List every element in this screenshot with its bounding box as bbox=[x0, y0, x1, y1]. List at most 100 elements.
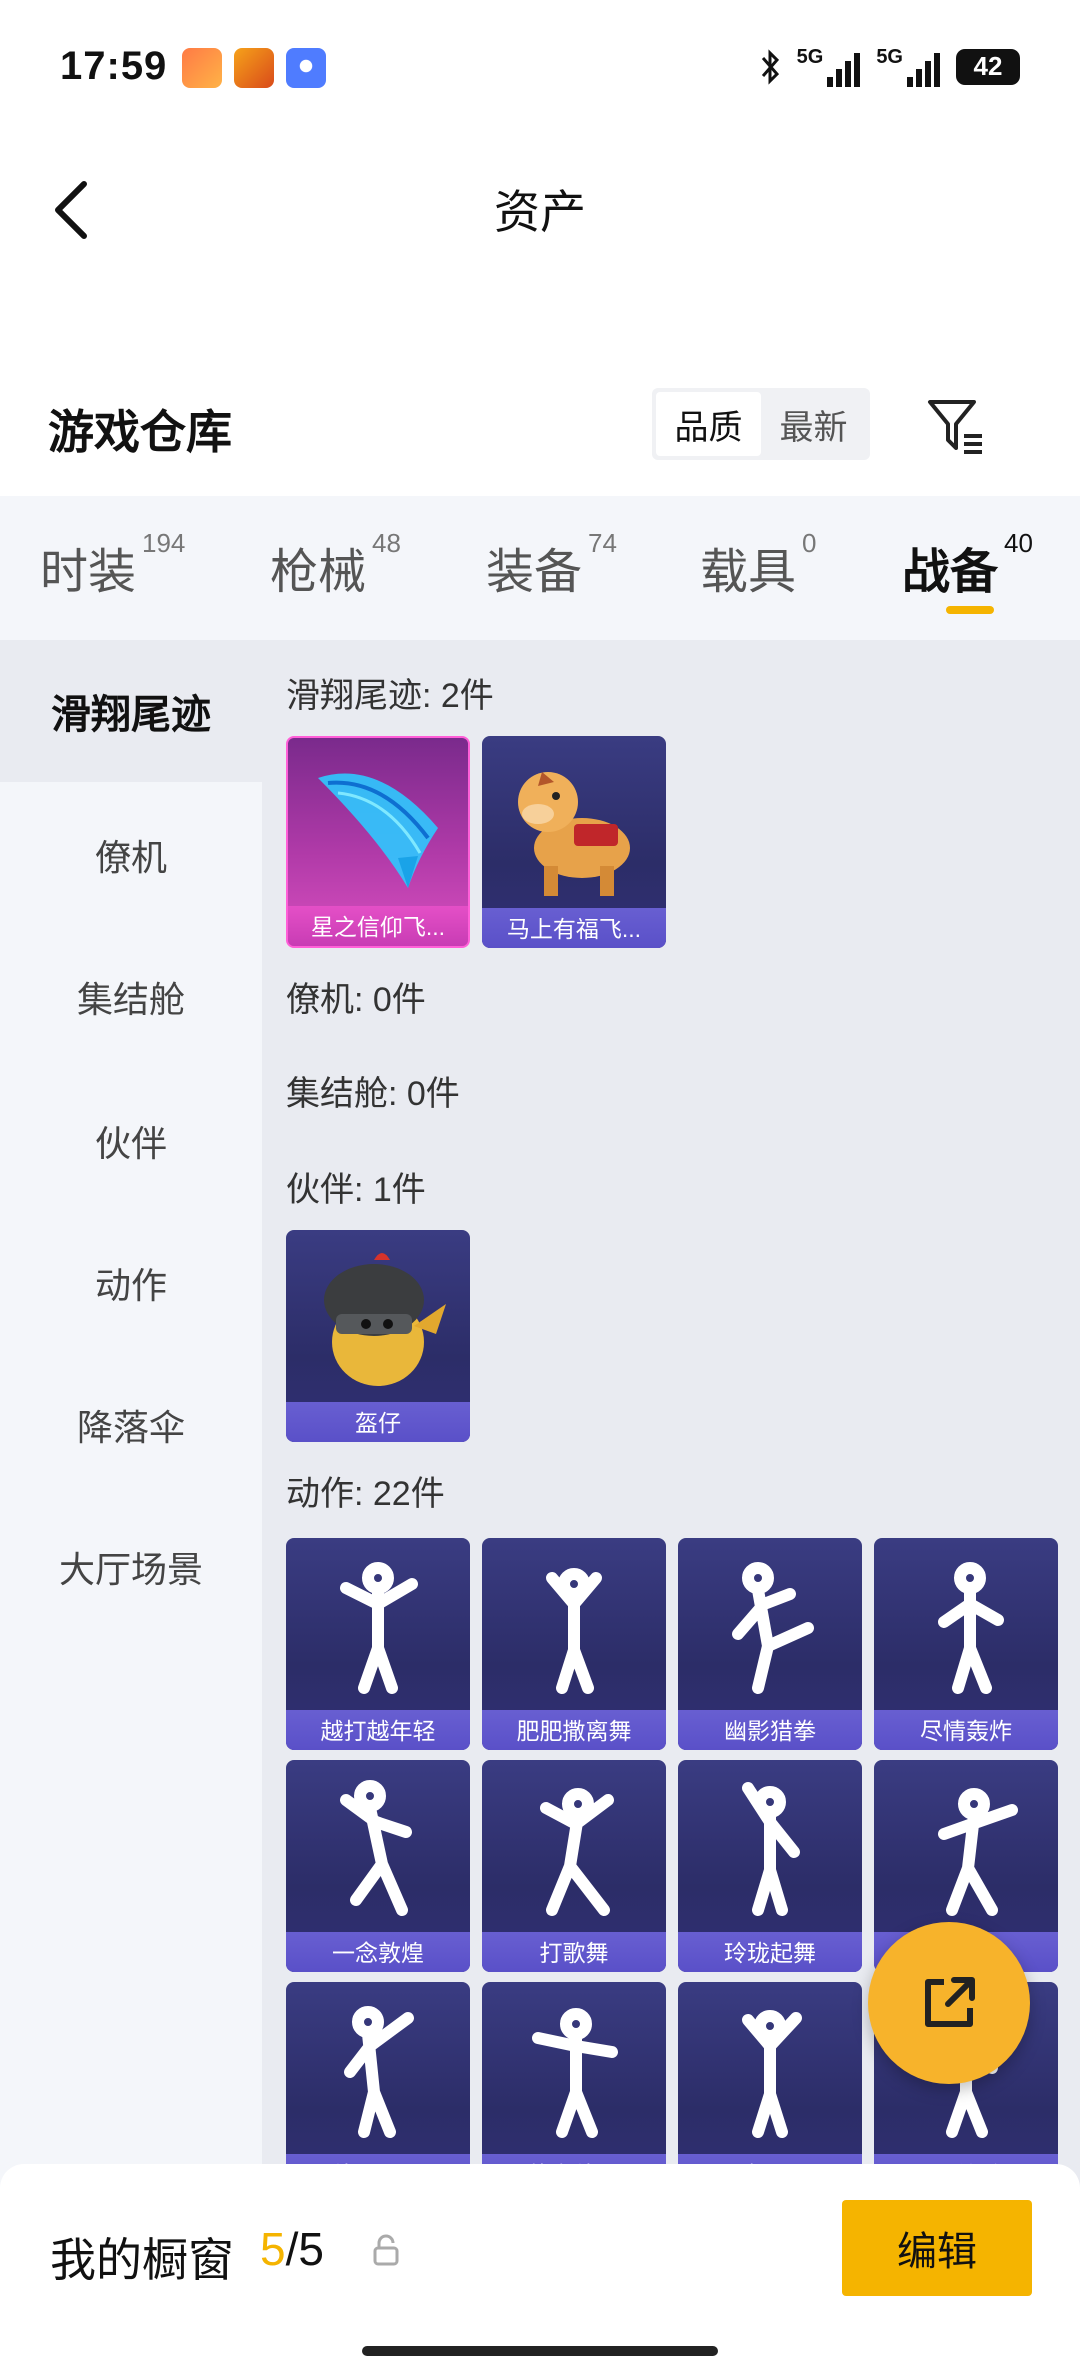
emote-card[interactable]: 一念敦煌 bbox=[286, 1760, 470, 1972]
dancer-silhouette-icon bbox=[732, 1562, 814, 1694]
emote-card[interactable]: 热潮律动 bbox=[482, 1982, 666, 2194]
dancer-silhouette-icon bbox=[532, 2008, 618, 2138]
tab-vehicles[interactable]: 载具 0 bbox=[700, 528, 816, 602]
assistant-app-notification-icon bbox=[286, 48, 326, 88]
sidebar-item-assembly-pod[interactable]: 集结舱 bbox=[0, 926, 262, 1068]
dancer-silhouette-icon bbox=[742, 1782, 800, 1916]
emote-card[interactable]: 越打越年轻 bbox=[286, 1538, 470, 1750]
warehouse-title: 游戏仓库 bbox=[48, 406, 232, 458]
share-out-icon bbox=[925, 1977, 975, 2027]
tab-count: 0 bbox=[802, 528, 817, 558]
signal-bars-icon-2 bbox=[907, 51, 940, 87]
showcase-label: 我的橱窗 bbox=[50, 2234, 234, 2286]
share-button[interactable] bbox=[868, 1922, 1030, 2084]
sidebar-item-emote[interactable]: 动作 bbox=[0, 1212, 262, 1354]
section-title-glide-trail: 滑翔尾迹: 2件 bbox=[286, 677, 494, 715]
network-5g-label-2: 5G bbox=[876, 46, 903, 68]
network-5g-label: 5G bbox=[796, 46, 824, 68]
dancer-silhouette-icon bbox=[340, 1562, 418, 1694]
tab-count: 74 bbox=[588, 528, 617, 558]
showcase-separator: / bbox=[285, 2223, 299, 2275]
home-indicator bbox=[362, 2346, 718, 2356]
system-icons: 5G 5G 42 bbox=[759, 46, 1020, 87]
emote-name: 一念敦煌 bbox=[332, 1940, 424, 1966]
tab-fashion[interactable]: 时装 194 bbox=[40, 528, 185, 602]
sidebar: 滑翔尾迹 僚机 集结舱 伙伴 动作 降落伞 大厅场景 bbox=[0, 640, 262, 2280]
tab-count: 194 bbox=[142, 528, 186, 558]
tab-label: 装备 bbox=[486, 546, 583, 599]
sidebar-item-parachute[interactable]: 降落伞 bbox=[0, 1354, 262, 1496]
item-card[interactable]: 盔仔 bbox=[286, 1230, 470, 1442]
category-tabs: 时装 194 枪械 48 装备 74 载具 0 战备 40 bbox=[0, 496, 1080, 640]
sort-quality-option[interactable]: 品质 bbox=[656, 392, 761, 456]
filter-icon[interactable] bbox=[924, 394, 988, 458]
sidebar-item-glide-trail[interactable]: 滑翔尾迹 bbox=[0, 640, 262, 782]
tab-battle-prep[interactable]: 战备 40 bbox=[902, 528, 1033, 602]
dancer-silhouette-icon bbox=[340, 1780, 412, 1916]
tab-label: 枪械 bbox=[270, 546, 367, 599]
sidebar-item-lobby-scene[interactable]: 大厅场景 bbox=[0, 1496, 262, 1638]
item-card[interactable]: 马上有福飞... bbox=[482, 736, 666, 948]
signal-bars-icon bbox=[827, 51, 861, 87]
game-app-notification-icon bbox=[182, 48, 222, 88]
dancer-silhouette-icon bbox=[742, 2010, 802, 2138]
item-card[interactable]: 星之信仰飞... bbox=[286, 736, 470, 948]
helmet-chick-icon bbox=[324, 1253, 446, 1386]
section-title-wingman: 僚机: 0件 bbox=[286, 981, 426, 1019]
feather-wing-icon bbox=[318, 773, 438, 888]
tab-count: 40 bbox=[1004, 528, 1033, 558]
sort-newest-option[interactable]: 最新 bbox=[761, 392, 866, 456]
section-title-emote: 动作: 22件 bbox=[286, 1475, 445, 1513]
page-title: 资产 bbox=[494, 186, 586, 238]
notification-icons bbox=[182, 48, 326, 88]
edit-button[interactable]: 编辑 bbox=[842, 2200, 1032, 2296]
warehouse-header: 游戏仓库 品质 最新 bbox=[0, 320, 1080, 496]
dancer-silhouette-icon bbox=[344, 2006, 414, 2138]
bottom-bar: 我的橱窗 5/5 编辑 bbox=[0, 2164, 1080, 2377]
status-time: 17:59 bbox=[60, 44, 168, 88]
section-title-companion: 伙伴: 1件 bbox=[286, 1171, 426, 1209]
tab-count: 48 bbox=[372, 528, 401, 558]
emote-card[interactable]: 抓狂 bbox=[678, 1982, 862, 2194]
emote-card[interactable]: 肥肥撒离舞 bbox=[482, 1538, 666, 1750]
tab-label: 时装 bbox=[40, 546, 137, 599]
emote-name: 肥肥撒离舞 bbox=[516, 1718, 632, 1744]
emote-name: 越打越年轻 bbox=[320, 1718, 436, 1744]
bluetooth-icon bbox=[761, 48, 779, 85]
emote-card[interactable]: 尽情轰炸 bbox=[874, 1538, 1058, 1750]
active-tab-indicator bbox=[946, 606, 994, 614]
tab-equipment[interactable]: 装备 74 bbox=[486, 528, 617, 602]
emote-name: 玲珑起舞 bbox=[724, 1940, 816, 1966]
showcase-count: 5/5 bbox=[260, 2222, 324, 2276]
dancer-silhouette-icon bbox=[540, 1788, 614, 1916]
emote-card[interactable]: 打歌舞 bbox=[482, 1760, 666, 1972]
battery-level: 42 bbox=[973, 51, 1003, 81]
emote-name: 尽情轰炸 bbox=[920, 1718, 1012, 1744]
dancer-silhouette-icon bbox=[938, 1788, 1018, 1916]
sort-toggle: 品质 最新 bbox=[652, 388, 870, 460]
header: 资产 bbox=[0, 140, 1080, 320]
emote-card[interactable]: 玲珑起舞 bbox=[678, 1760, 862, 1972]
tab-label: 战备 bbox=[902, 546, 999, 599]
tab-firearms[interactable]: 枪械 48 bbox=[270, 528, 401, 602]
store-app-notification-icon bbox=[234, 48, 274, 88]
section-title-assembly-pod: 集结舱: 0件 bbox=[286, 1075, 460, 1113]
sidebar-item-companion[interactable]: 伙伴 bbox=[0, 1070, 262, 1212]
tab-label: 载具 bbox=[700, 546, 797, 599]
showcase-current: 5 bbox=[260, 2223, 286, 2275]
showcase-total: 5 bbox=[298, 2223, 324, 2275]
item-name: 星之信仰飞... bbox=[310, 914, 446, 940]
emote-name: 打歌舞 bbox=[539, 1940, 609, 1966]
sidebar-item-wingman[interactable]: 僚机 bbox=[0, 784, 262, 926]
dancer-silhouette-icon bbox=[938, 1562, 1004, 1694]
battery-icon: 42 bbox=[956, 48, 1020, 85]
emote-card[interactable]: 幽影猎拳 bbox=[678, 1538, 862, 1750]
dancer-silhouette-icon bbox=[546, 1568, 602, 1694]
emote-card[interactable]: 律动跟风 bbox=[286, 1982, 470, 2194]
lock-icon bbox=[373, 2234, 399, 2266]
pony-plush-icon bbox=[518, 772, 630, 896]
item-name: 盔仔 bbox=[355, 1410, 401, 1436]
item-name: 马上有福飞... bbox=[506, 916, 642, 942]
status-bar: 17:59 5G 5G 42 bbox=[0, 0, 1080, 140]
emote-name: 幽影猎拳 bbox=[724, 1718, 816, 1744]
